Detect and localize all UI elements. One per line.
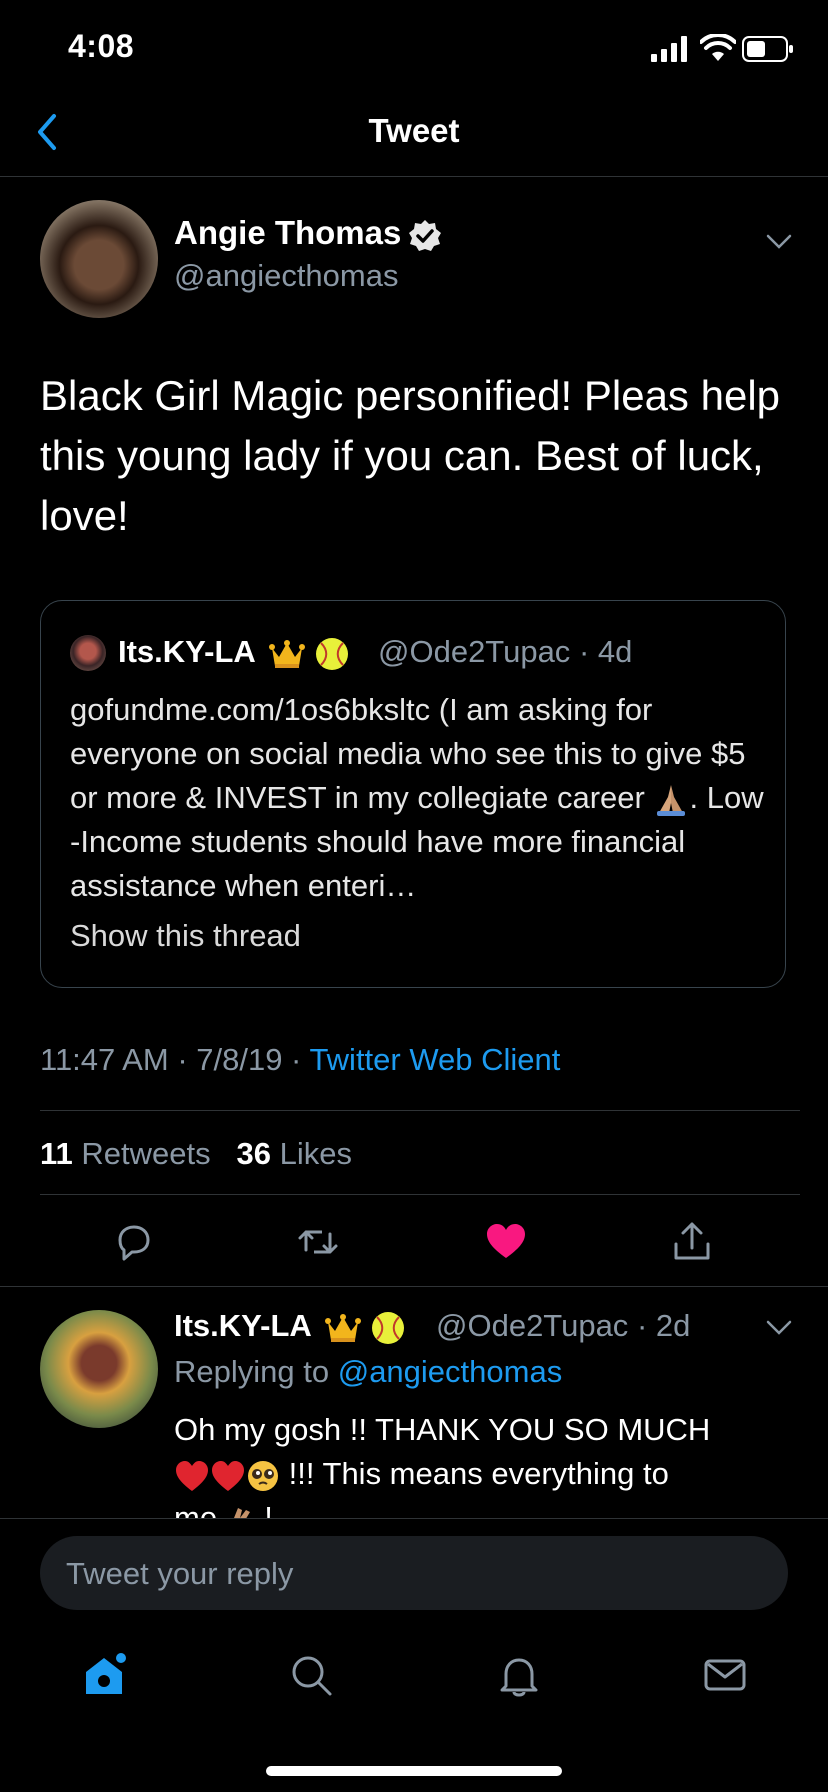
tweet-text: Black Girl Magic personified! Pleas help… [40, 372, 781, 539]
meta-divider [40, 1110, 800, 1111]
like-heart-icon[interactable] [484, 1220, 528, 1264]
replying-to: Replying to @angiecthomas [174, 1354, 563, 1389]
red-heart-emoji-icon [212, 1460, 244, 1491]
author-handle[interactable]: @angiecthomas [174, 258, 398, 294]
reply-composer-placeholder[interactable]: Tweet your reply [66, 1556, 293, 1592]
engagement-stats: 11 Retweets 36 Likes [40, 1136, 352, 1172]
reply-author-handle[interactable]: @Ode2Tupac · 2d [436, 1308, 690, 1344]
verified-badge-icon [409, 220, 441, 251]
retweets-stat[interactable]: 11 Retweets [40, 1136, 211, 1171]
crown-emoji-icon [325, 1313, 362, 1342]
page-title: Tweet [368, 112, 460, 149]
notifications-bell-icon[interactable] [496, 1652, 542, 1698]
home-indicator [266, 1766, 562, 1776]
pleading-face-emoji-icon [248, 1460, 278, 1491]
composer-divider [0, 1518, 828, 1519]
tweet-timestamp: 11:47 AM · 7/8/19 · Twitter Web Client [40, 1042, 561, 1077]
reply-author-name[interactable]: Its.KY-LA [174, 1308, 406, 1346]
signal-icon [651, 36, 687, 62]
header-divider [0, 176, 828, 177]
likes-stat[interactable]: 36 Likes [236, 1136, 351, 1171]
crossed-fingers-emoji-icon [233, 1507, 250, 1518]
retweet-icon[interactable] [296, 1220, 340, 1264]
quoted-author-handle-and-age: @Ode2Tupac · 4d [378, 634, 633, 669]
quoted-tweet-age: · 4d [578, 634, 633, 669]
reply-author-avatar[interactable] [40, 1310, 158, 1428]
quoted-author-avatar [70, 635, 106, 671]
crown-emoji-icon [269, 639, 306, 668]
quoted-tweet-text: gofundme.com/1os6bksltc (I am asking for… [70, 692, 764, 903]
home-icon[interactable] [82, 1652, 128, 1698]
source-client-link[interactable]: Twitter Web Client [309, 1042, 560, 1077]
battery-icon [742, 36, 793, 62]
chevron-down-icon[interactable] [766, 1320, 792, 1336]
stats-divider [40, 1194, 800, 1195]
search-icon[interactable] [288, 1652, 334, 1698]
author-avatar[interactable] [40, 200, 158, 318]
status-time: 4:08 [68, 28, 135, 64]
quoted-author-name: Its.KY-LA [118, 634, 350, 672]
reply-text: Oh my gosh !! THANK YOU SO MUCH !!! This… [174, 1408, 794, 1518]
actions-divider [0, 1286, 828, 1287]
messages-envelope-icon[interactable] [702, 1652, 748, 1698]
softball-emoji-icon [315, 637, 348, 670]
replying-to-mention[interactable]: @angiecthomas [338, 1354, 562, 1389]
softball-emoji-icon [371, 1311, 404, 1344]
reply-icon[interactable] [112, 1220, 156, 1264]
share-icon[interactable] [670, 1220, 714, 1264]
praying-hands-emoji-icon [657, 784, 686, 816]
wifi-icon [700, 34, 736, 61]
chevron-down-icon[interactable] [766, 234, 792, 250]
reply-age: · 2d [636, 1308, 691, 1343]
red-heart-emoji-icon [176, 1460, 208, 1491]
show-thread-link[interactable]: Show this thread [70, 918, 301, 954]
author-name[interactable]: Angie Thomas [174, 214, 401, 252]
